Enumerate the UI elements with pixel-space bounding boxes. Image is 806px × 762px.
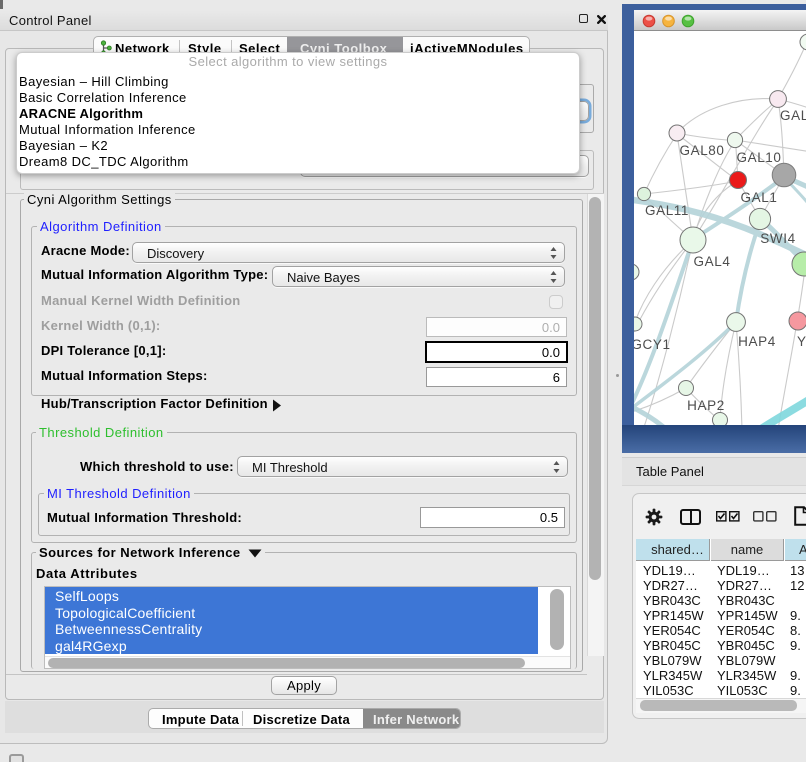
svg-text:GAL4: GAL4 [694, 254, 731, 269]
svg-text:YM: YM [797, 334, 806, 349]
svg-text:GAL1: GAL1 [741, 190, 778, 205]
svg-text:GAL11: GAL11 [645, 203, 689, 218]
svg-text:HAP2: HAP2 [687, 398, 725, 413]
svg-text:HAP4: HAP4 [738, 334, 776, 349]
svg-text:GCY1: GCY1 [634, 337, 671, 352]
svg-text:GAL80: GAL80 [679, 143, 724, 158]
svg-text:GAL10: GAL10 [736, 150, 781, 165]
svg-text:GAL7: GAL7 [780, 108, 806, 123]
svg-text:SWI4: SWI4 [760, 231, 795, 246]
